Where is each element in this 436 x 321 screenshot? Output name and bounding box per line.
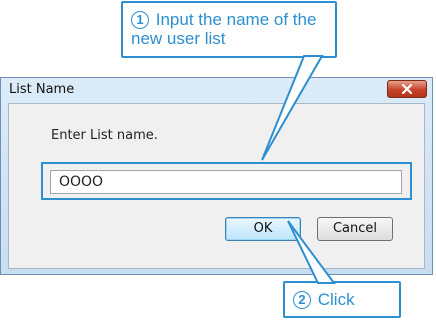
dialog-body: Enter List name. OK Cancel	[8, 103, 425, 269]
callout-click: 2 Click	[283, 281, 401, 318]
prompt-label: Enter List name.	[51, 128, 158, 143]
callout-number-1: 1	[131, 11, 149, 29]
list-name-input[interactable]	[50, 170, 402, 194]
close-button[interactable]	[387, 80, 427, 98]
dialog-titlebar: List Name	[1, 78, 432, 102]
ok-button[interactable]: OK	[225, 217, 301, 241]
callout-text-2: Click	[317, 290, 355, 309]
callout-number-2: 2	[293, 291, 311, 309]
close-icon	[402, 84, 412, 94]
dialog-title: List Name	[9, 82, 75, 97]
callout-text-1: Input the name of the new user list	[131, 10, 317, 48]
cancel-button[interactable]: Cancel	[317, 217, 393, 241]
list-name-dialog: List Name Enter List name. OK Cancel	[0, 77, 433, 275]
callout-input-name: 1 Input the name of the new user list	[121, 1, 337, 58]
